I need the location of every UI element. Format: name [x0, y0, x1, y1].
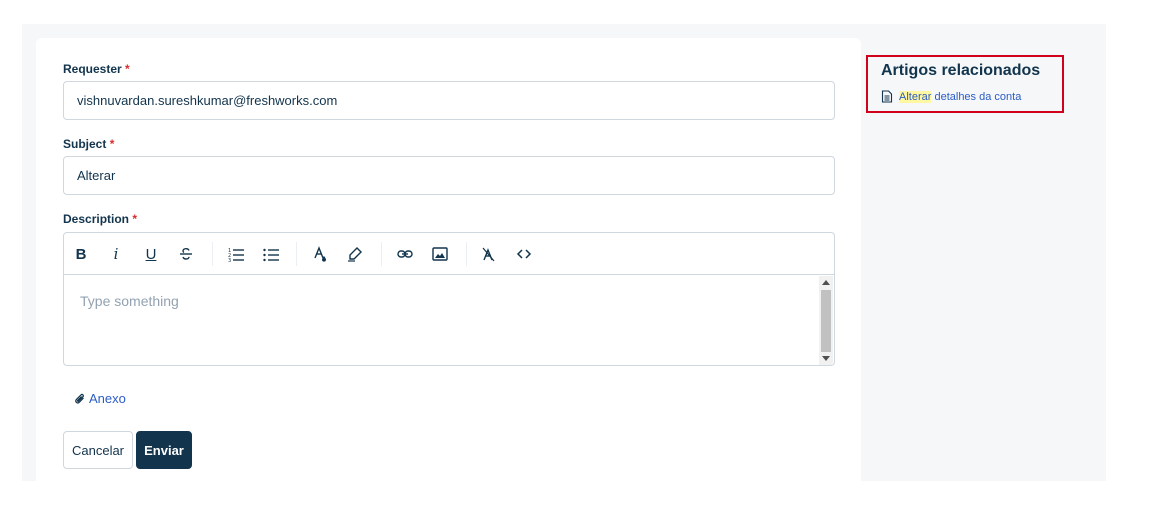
subject-label: Subject * — [63, 137, 114, 151]
requester-label: Requester * — [63, 62, 130, 76]
strikethrough-icon[interactable] — [175, 243, 197, 265]
clear-format-icon[interactable] — [478, 243, 500, 265]
scroll-up-icon[interactable] — [822, 280, 830, 285]
svg-text:3: 3 — [228, 258, 231, 262]
editor-toolbar: B i U 123 — [64, 233, 834, 275]
required-marker: * — [109, 137, 115, 151]
toolbar-divider — [381, 242, 382, 266]
code-icon[interactable] — [513, 243, 535, 265]
description-editor: B i U 123 Type something — [63, 232, 835, 366]
description-label: Description * — [63, 212, 137, 226]
subject-field[interactable]: Alterar — [63, 156, 835, 195]
paperclip-icon — [75, 393, 84, 403]
description-input[interactable]: Type something — [64, 276, 820, 365]
subject-label-text: Subject — [63, 137, 107, 151]
requester-field[interactable]: vishnuvardan.sureshkumar@freshworks.com — [63, 81, 835, 120]
underline-button[interactable]: U — [140, 243, 162, 265]
requester-value: vishnuvardan.sureshkumar@freshworks.com — [77, 93, 338, 108]
italic-button[interactable]: i — [105, 243, 127, 265]
toolbar-divider — [296, 242, 297, 266]
link-icon[interactable] — [394, 243, 416, 265]
scroll-thumb[interactable] — [821, 290, 831, 352]
bullet-list-icon[interactable] — [260, 243, 282, 265]
attachment-link[interactable]: Anexo — [74, 391, 126, 406]
required-marker: * — [132, 212, 138, 226]
toolbar-divider — [212, 242, 213, 266]
document-icon — [881, 90, 893, 103]
scroll-down-icon[interactable] — [822, 356, 830, 361]
required-marker: * — [125, 62, 130, 76]
editor-scrollbar[interactable] — [819, 276, 833, 365]
article-highlight-text: Alterar — [899, 90, 932, 103]
subject-value: Alterar — [77, 168, 116, 183]
related-article-link[interactable]: Alterar detalhes da conta — [881, 90, 1021, 103]
submit-button[interactable]: Enviar — [136, 431, 192, 469]
image-icon[interactable] — [429, 243, 451, 265]
cancel-button[interactable]: Cancelar — [63, 431, 133, 469]
ordered-list-icon[interactable]: 123 — [225, 243, 247, 265]
description-label-text: Description — [63, 212, 130, 226]
requester-label-text: Requester — [63, 62, 122, 76]
description-placeholder: Type something — [80, 293, 179, 309]
font-color-icon[interactable] — [309, 243, 331, 265]
highlight-icon[interactable] — [344, 243, 366, 265]
attachment-label: Anexo — [89, 391, 126, 406]
related-articles-panel: Artigos relacionados Alterar detalhes da… — [866, 55, 1064, 113]
related-articles-title: Artigos relacionados — [881, 62, 1041, 79]
toolbar-divider — [466, 242, 467, 266]
article-title-text: detalhes da conta — [931, 90, 1022, 103]
bold-button[interactable]: B — [70, 243, 92, 265]
